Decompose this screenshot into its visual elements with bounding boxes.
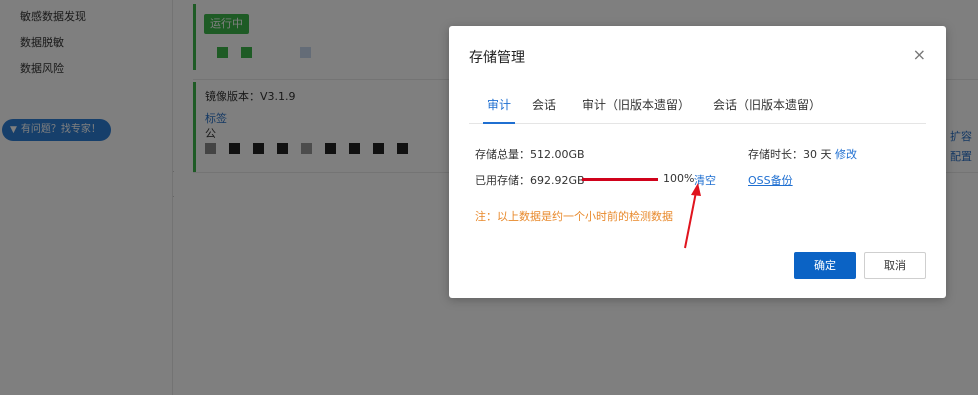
tab-session-legacy[interactable]: 会话（旧版本遗留） [713,96,821,124]
modify-retention-link[interactable]: 修改 [835,146,857,162]
storage-usage-bar [582,178,658,181]
data-freshness-note: 注：以上数据是约一个小时前的检测数据 [475,210,673,223]
tab-session[interactable]: 会话 [532,96,556,124]
clear-storage-link[interactable]: 清空 [694,172,716,188]
total-storage: 存储总量：512.00GB [475,148,585,161]
confirm-button[interactable]: 确定 [794,252,856,279]
used-storage: 已用存储：692.92GB [475,174,585,187]
oss-backup-link[interactable]: OSS备份 [748,172,793,188]
storage-usage-fill [582,178,658,181]
dialog-title: 存储管理 [469,50,525,66]
usage-percent: 100% [663,172,695,185]
cancel-button[interactable]: 取消 [864,252,926,279]
tab-audit[interactable]: 审计 [483,96,516,124]
retention-period: 存储时长：30 天 [748,148,832,161]
storage-management-dialog: 存储管理 × 审计 会话 审计（旧版本遗留） 会话（旧版本遗留） 存储总量：51… [449,26,946,298]
tab-audit-legacy[interactable]: 审计（旧版本遗留） [582,96,690,124]
storage-tabs: 审计 会话 审计（旧版本遗留） 会话（旧版本遗留） [469,96,926,124]
close-icon[interactable]: × [913,45,926,64]
